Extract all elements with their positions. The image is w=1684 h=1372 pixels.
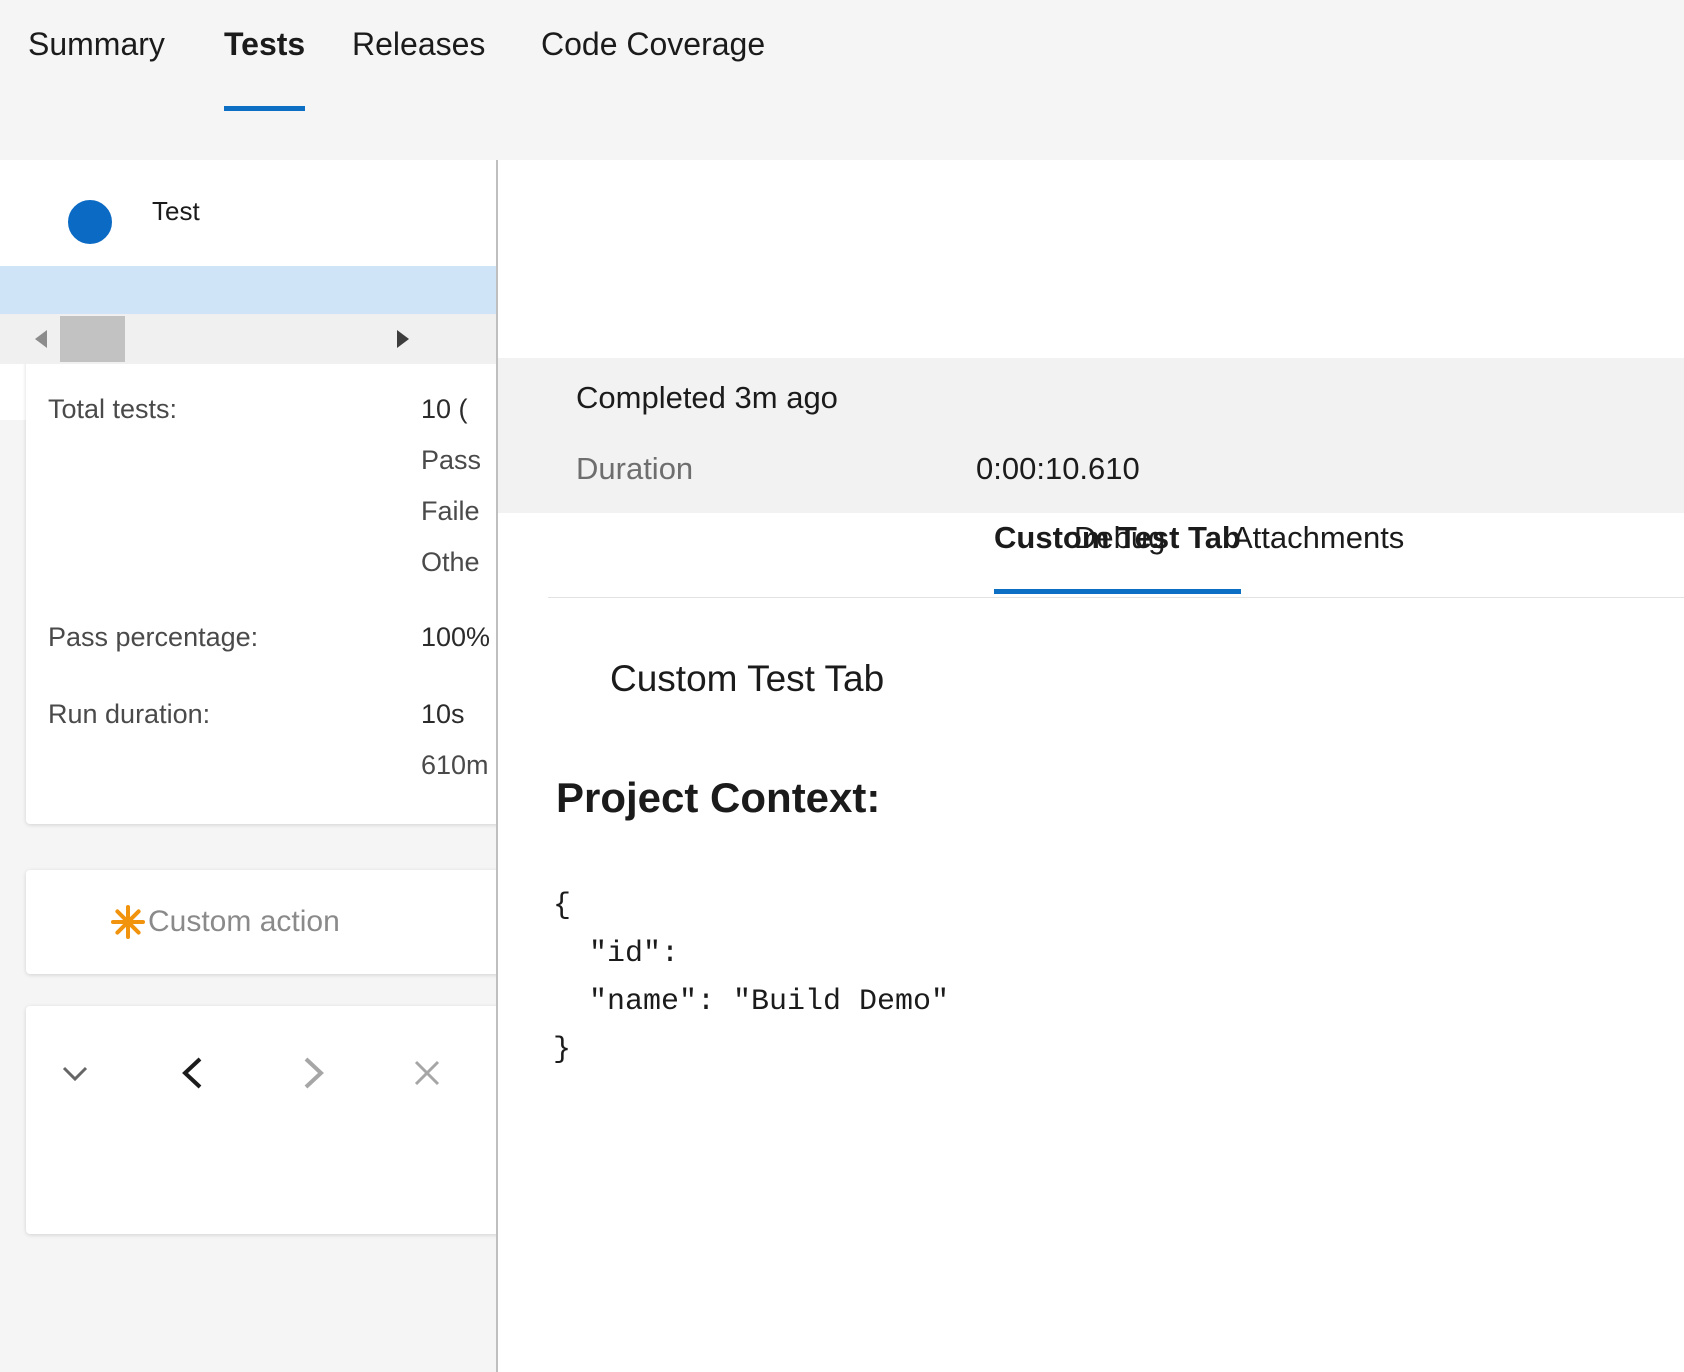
left-results-column: Summary 1 Run(s) Complet 1 Passed, 0 Fai… xyxy=(0,160,500,1372)
detail-tab-custom-test-tab[interactable]: Custom Test Tab xyxy=(994,520,1241,566)
grid-column-header-test: Test xyxy=(152,196,200,227)
stat-value-pass-percentage: 100% xyxy=(421,622,490,653)
tab-tests-active-underline xyxy=(224,106,305,111)
tab-summary-label: Summary xyxy=(28,26,165,62)
detail-tabs-divider xyxy=(548,597,1684,598)
close-icon[interactable] xyxy=(388,1034,466,1112)
detail-duration-value: 0:00:10.610 xyxy=(976,451,1140,487)
tab-code-coverage-label: Code Coverage xyxy=(541,26,765,62)
detail-nav-toolbar xyxy=(26,1006,500,1234)
tab-summary[interactable]: Summary xyxy=(28,26,165,69)
scroll-left-arrow-icon[interactable] xyxy=(20,314,64,364)
scroll-right-arrow-icon[interactable] xyxy=(380,314,424,364)
stat-value-total-tests: 10 ( xyxy=(421,394,468,425)
stat-sub-run-duration-ms: 610m xyxy=(421,750,489,781)
custom-action-button[interactable]: Custom action xyxy=(26,870,500,974)
chevron-down-icon[interactable] xyxy=(36,1034,114,1112)
primary-tab-bar: Summary Tests Releases Code Coverage xyxy=(0,0,1684,160)
tab-tests-label: Tests xyxy=(224,26,305,62)
detail-tab-attachments[interactable]: Attachments xyxy=(1232,520,1404,566)
stat-sub-total-failed: Faile xyxy=(421,496,480,527)
detail-tab-content: Custom Test Tab Project Context: { "id":… xyxy=(498,620,1684,1372)
detail-tab-attachments-label: Attachments xyxy=(1232,520,1404,555)
chevron-right-icon[interactable] xyxy=(272,1034,350,1112)
tab-code-coverage[interactable]: Code Coverage xyxy=(541,26,765,69)
table-row[interactable] xyxy=(0,266,500,314)
detail-meta-band: Completed 3m ago Duration 0:00:10.610 xyxy=(498,358,1684,513)
stat-sub-total-others: Othe xyxy=(421,547,480,578)
stat-label-pass-percentage: Pass percentage: xyxy=(48,622,258,653)
detail-duration-label: Duration xyxy=(576,451,693,487)
detail-tab-active-underline xyxy=(994,589,1241,594)
detail-completed-text: Completed 3m ago xyxy=(576,380,838,416)
stat-label-run-duration: Run duration: xyxy=(48,699,210,730)
stat-value-run-duration: 10s xyxy=(421,699,465,730)
section-heading-project-context: Project Context: xyxy=(556,774,880,822)
tab-tests[interactable]: Tests xyxy=(224,26,305,69)
tab-releases[interactable]: Releases xyxy=(352,26,485,69)
stat-sub-total-passed: Pass xyxy=(421,445,481,476)
horizontal-scrollbar[interactable] xyxy=(0,314,500,364)
asterisk-icon xyxy=(110,904,146,940)
status-dot-icon xyxy=(64,196,116,248)
detail-tab-custom-test-tab-label: Custom Test Tab xyxy=(994,520,1241,555)
horizontal-scroll-thumb[interactable] xyxy=(60,316,125,362)
tab-releases-label: Releases xyxy=(352,26,485,62)
custom-action-label: Custom action xyxy=(148,905,340,939)
project-context-code-block: { "id": "name": "Build Demo" } xyxy=(553,882,949,1074)
test-detail-panel: Completed 3m ago Duration 0:00:10.610 De… xyxy=(496,160,1684,1372)
stat-label-total-tests: Total tests: xyxy=(48,394,177,425)
chevron-left-icon[interactable] xyxy=(156,1034,234,1112)
detail-tab-bar: Debug Attachments Custom Test Tab xyxy=(498,520,1684,588)
custom-action-inner: Custom action xyxy=(110,904,340,940)
content-heading: Custom Test Tab xyxy=(610,658,884,700)
